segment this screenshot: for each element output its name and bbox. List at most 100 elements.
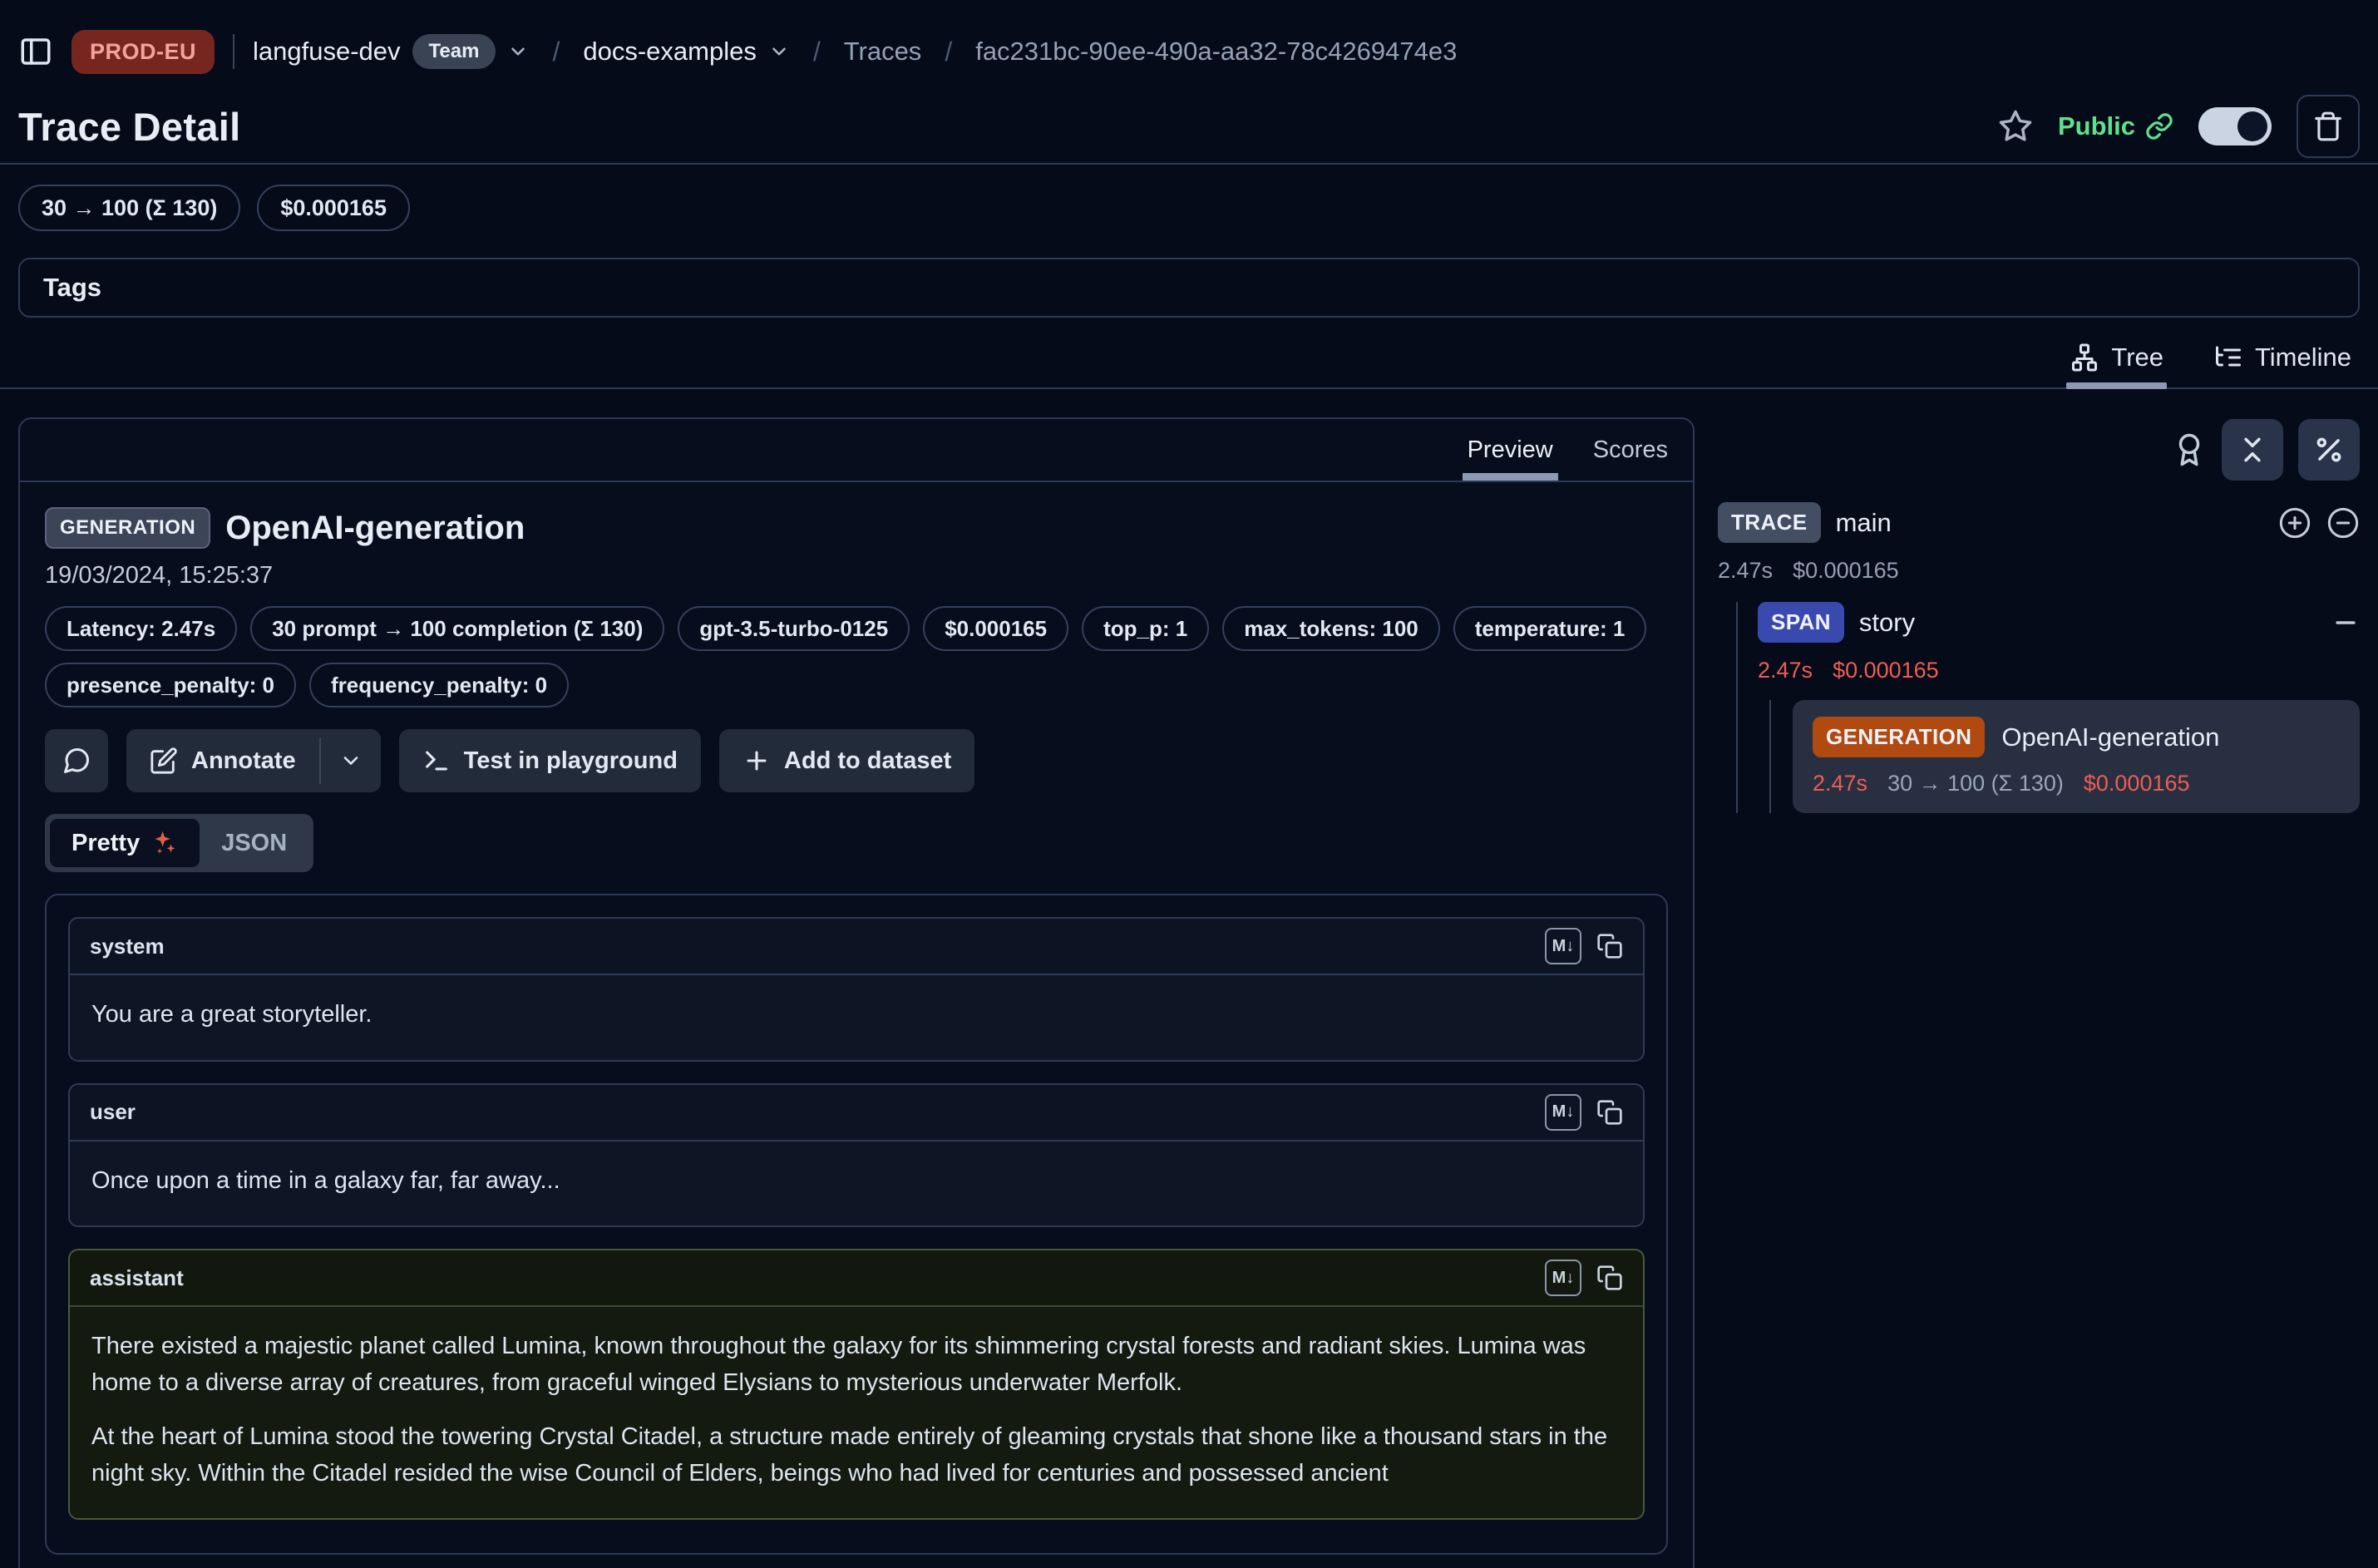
terminal-icon <box>422 747 451 775</box>
frequency-penalty-pill: frequency_penalty: 0 <box>309 663 569 708</box>
collapse-all-button[interactable] <box>2222 419 2283 481</box>
observation-actions: Annotate Test in playground <box>45 729 1668 792</box>
message-tools: M↓ <box>1545 928 1623 964</box>
breadcrumb-traces-link[interactable]: Traces <box>844 37 922 67</box>
toggle-metrics-button[interactable] <box>2298 419 2360 481</box>
comment-button[interactable] <box>45 729 108 792</box>
generation-tokens: 30 → 100 (Σ 130) <box>1887 771 2064 796</box>
collapse-node-button[interactable] <box>2331 609 2360 637</box>
header-divider <box>0 163 2378 165</box>
span-type-badge: SPAN <box>1758 602 1844 643</box>
markdown-toggle-button[interactable]: M↓ <box>1545 1094 1581 1131</box>
comment-icon <box>62 746 91 776</box>
token-usage-pill[interactable]: 30 → 100 (Σ 130) <box>18 185 240 231</box>
cost-pill[interactable]: $0.000165 <box>257 185 410 231</box>
sidebar-toggle-button[interactable] <box>18 34 53 69</box>
trace-latency: 2.47s <box>1718 558 1773 584</box>
test-in-playground-button[interactable]: Test in playground <box>399 729 701 792</box>
trace-metrics-row: 30 → 100 (Σ 130) $0.000165 <box>18 185 2360 231</box>
message-tools: M↓ <box>1545 1094 1623 1131</box>
model-pill[interactable]: gpt-3.5-turbo-0125 <box>678 606 910 651</box>
markdown-toggle-button[interactable]: M↓ <box>1545 928 1581 964</box>
cost-pill: $0.000165 <box>923 606 1068 651</box>
message-role: user <box>90 1099 136 1125</box>
plus-icon <box>743 747 771 775</box>
annotate-button[interactable]: Annotate <box>126 729 319 792</box>
star-icon <box>1998 109 2033 144</box>
copy-button[interactable] <box>1596 933 1623 959</box>
environment-badge[interactable]: PROD-EU <box>72 30 215 74</box>
span-name: story <box>1859 608 1915 638</box>
annotation-queue-button[interactable] <box>2172 432 2207 467</box>
collapse-all-circle-button[interactable] <box>2326 506 2360 540</box>
annotate-dropdown-button[interactable] <box>321 729 381 792</box>
tab-tree[interactable]: Tree <box>2066 334 2167 387</box>
content-area: Preview Scores GENERATION OpenAI-generat… <box>18 417 2360 1568</box>
breadcrumb-project[interactable]: docs-examples <box>583 37 789 67</box>
tab-scores[interactable]: Scores <box>1593 419 1668 481</box>
temperature-pill: temperature: 1 <box>1453 606 1647 651</box>
toggle-knob <box>2237 111 2267 141</box>
pretty-label: Pretty <box>72 830 140 857</box>
generation-cost: $0.000165 <box>2084 771 2190 796</box>
tab-timeline[interactable]: Timeline <box>2210 334 2355 387</box>
timeline-icon <box>2213 343 2243 372</box>
breadcrumb-separator: / <box>552 37 560 67</box>
chevron-down-icon[interactable] <box>768 41 790 62</box>
add-to-dataset-label: Add to dataset <box>784 747 951 775</box>
panel-tabs: Preview Scores <box>20 419 1693 482</box>
tree-node-trace[interactable]: TRACE main <box>1718 502 2360 543</box>
tree-toolbar <box>1718 419 2360 481</box>
observation-badges-row2: presence_penalty: 0 frequency_penalty: 0 <box>45 663 1668 708</box>
observation-badges-row1: Latency: 2.47s 30 prompt → 100 completio… <box>45 606 1668 651</box>
message-system: system M↓ You are a great storyteller. <box>68 917 1645 1062</box>
token-pill: 30 prompt → 100 completion (Σ 130) <box>250 606 664 651</box>
copy-icon <box>1596 1099 1623 1126</box>
org-name: langfuse-dev <box>253 37 401 67</box>
observation-detail: GENERATION OpenAI-generation 19/03/2024,… <box>20 482 1693 1568</box>
edit-icon <box>150 747 178 775</box>
breadcrumb-org[interactable]: langfuse-dev Team <box>253 34 529 69</box>
expand-all-button[interactable] <box>2278 506 2311 540</box>
tree-icon <box>2070 343 2099 372</box>
tree-node-span[interactable]: SPAN story <box>1758 602 2360 643</box>
format-toggle: Pretty JSON <box>45 814 313 872</box>
copy-button[interactable] <box>1596 1099 1623 1126</box>
json-toggle[interactable]: JSON <box>200 820 308 867</box>
trace-node-label: TRACE main <box>1718 502 2278 543</box>
add-to-dataset-button[interactable]: Add to dataset <box>719 729 974 792</box>
tree-zoom-controls <box>2278 506 2360 540</box>
tree-node-generation-selected[interactable]: GENERATION OpenAI-generation 2.47s 30 → … <box>1793 700 2360 813</box>
breadcrumb-trace-id: fac231bc-90ee-490a-aa32-78c4269474e3 <box>975 37 1457 67</box>
message-header: assistant M↓ <box>70 1250 1643 1307</box>
trace-metrics: 2.47s $0.000165 <box>1718 558 2360 584</box>
circle-minus-icon <box>2326 506 2360 540</box>
percent-icon <box>2313 434 2345 466</box>
message-content: There existed a majestic planet called L… <box>70 1307 1643 1518</box>
markdown-toggle-button[interactable]: M↓ <box>1545 1260 1581 1296</box>
tab-timeline-label: Timeline <box>2255 343 2351 372</box>
tags-box[interactable]: Tags <box>18 258 2360 318</box>
chevron-down-icon[interactable] <box>507 41 529 62</box>
trace-children: SPAN story 2.47s $0.000165 GENERATION O <box>1736 602 2360 813</box>
message-user: user M↓ Once upon a time in a galaxy far… <box>68 1083 1645 1228</box>
message-content: You are a great storyteller. <box>70 975 1643 1060</box>
breadcrumb: PROD-EU langfuse-dev Team / docs-example… <box>18 18 2360 85</box>
project-name: docs-examples <box>583 37 756 67</box>
message-paragraph: Once upon a time in a galaxy far, far aw… <box>91 1163 1621 1200</box>
minus-icon <box>2331 609 2360 637</box>
copy-button[interactable] <box>1596 1265 1623 1291</box>
bookmark-star-button[interactable] <box>1998 109 2033 144</box>
span-node-label: SPAN story <box>1758 602 1915 643</box>
delete-trace-button[interactable] <box>2297 95 2360 158</box>
chevron-down-icon <box>339 749 363 772</box>
copy-icon <box>1596 933 1623 959</box>
public-link[interactable]: Public <box>2058 111 2173 141</box>
annotate-label: Annotate <box>191 747 296 775</box>
pretty-toggle[interactable]: Pretty <box>50 819 200 867</box>
public-toggle[interactable] <box>2198 107 2272 145</box>
messages-container: system M↓ You are a great storyteller. <box>45 894 1668 1555</box>
trace-name: main <box>1836 508 1892 538</box>
tab-preview[interactable]: Preview <box>1468 419 1553 481</box>
generation-metrics: 2.47s 30 → 100 (Σ 130) $0.000165 <box>1813 771 2340 796</box>
